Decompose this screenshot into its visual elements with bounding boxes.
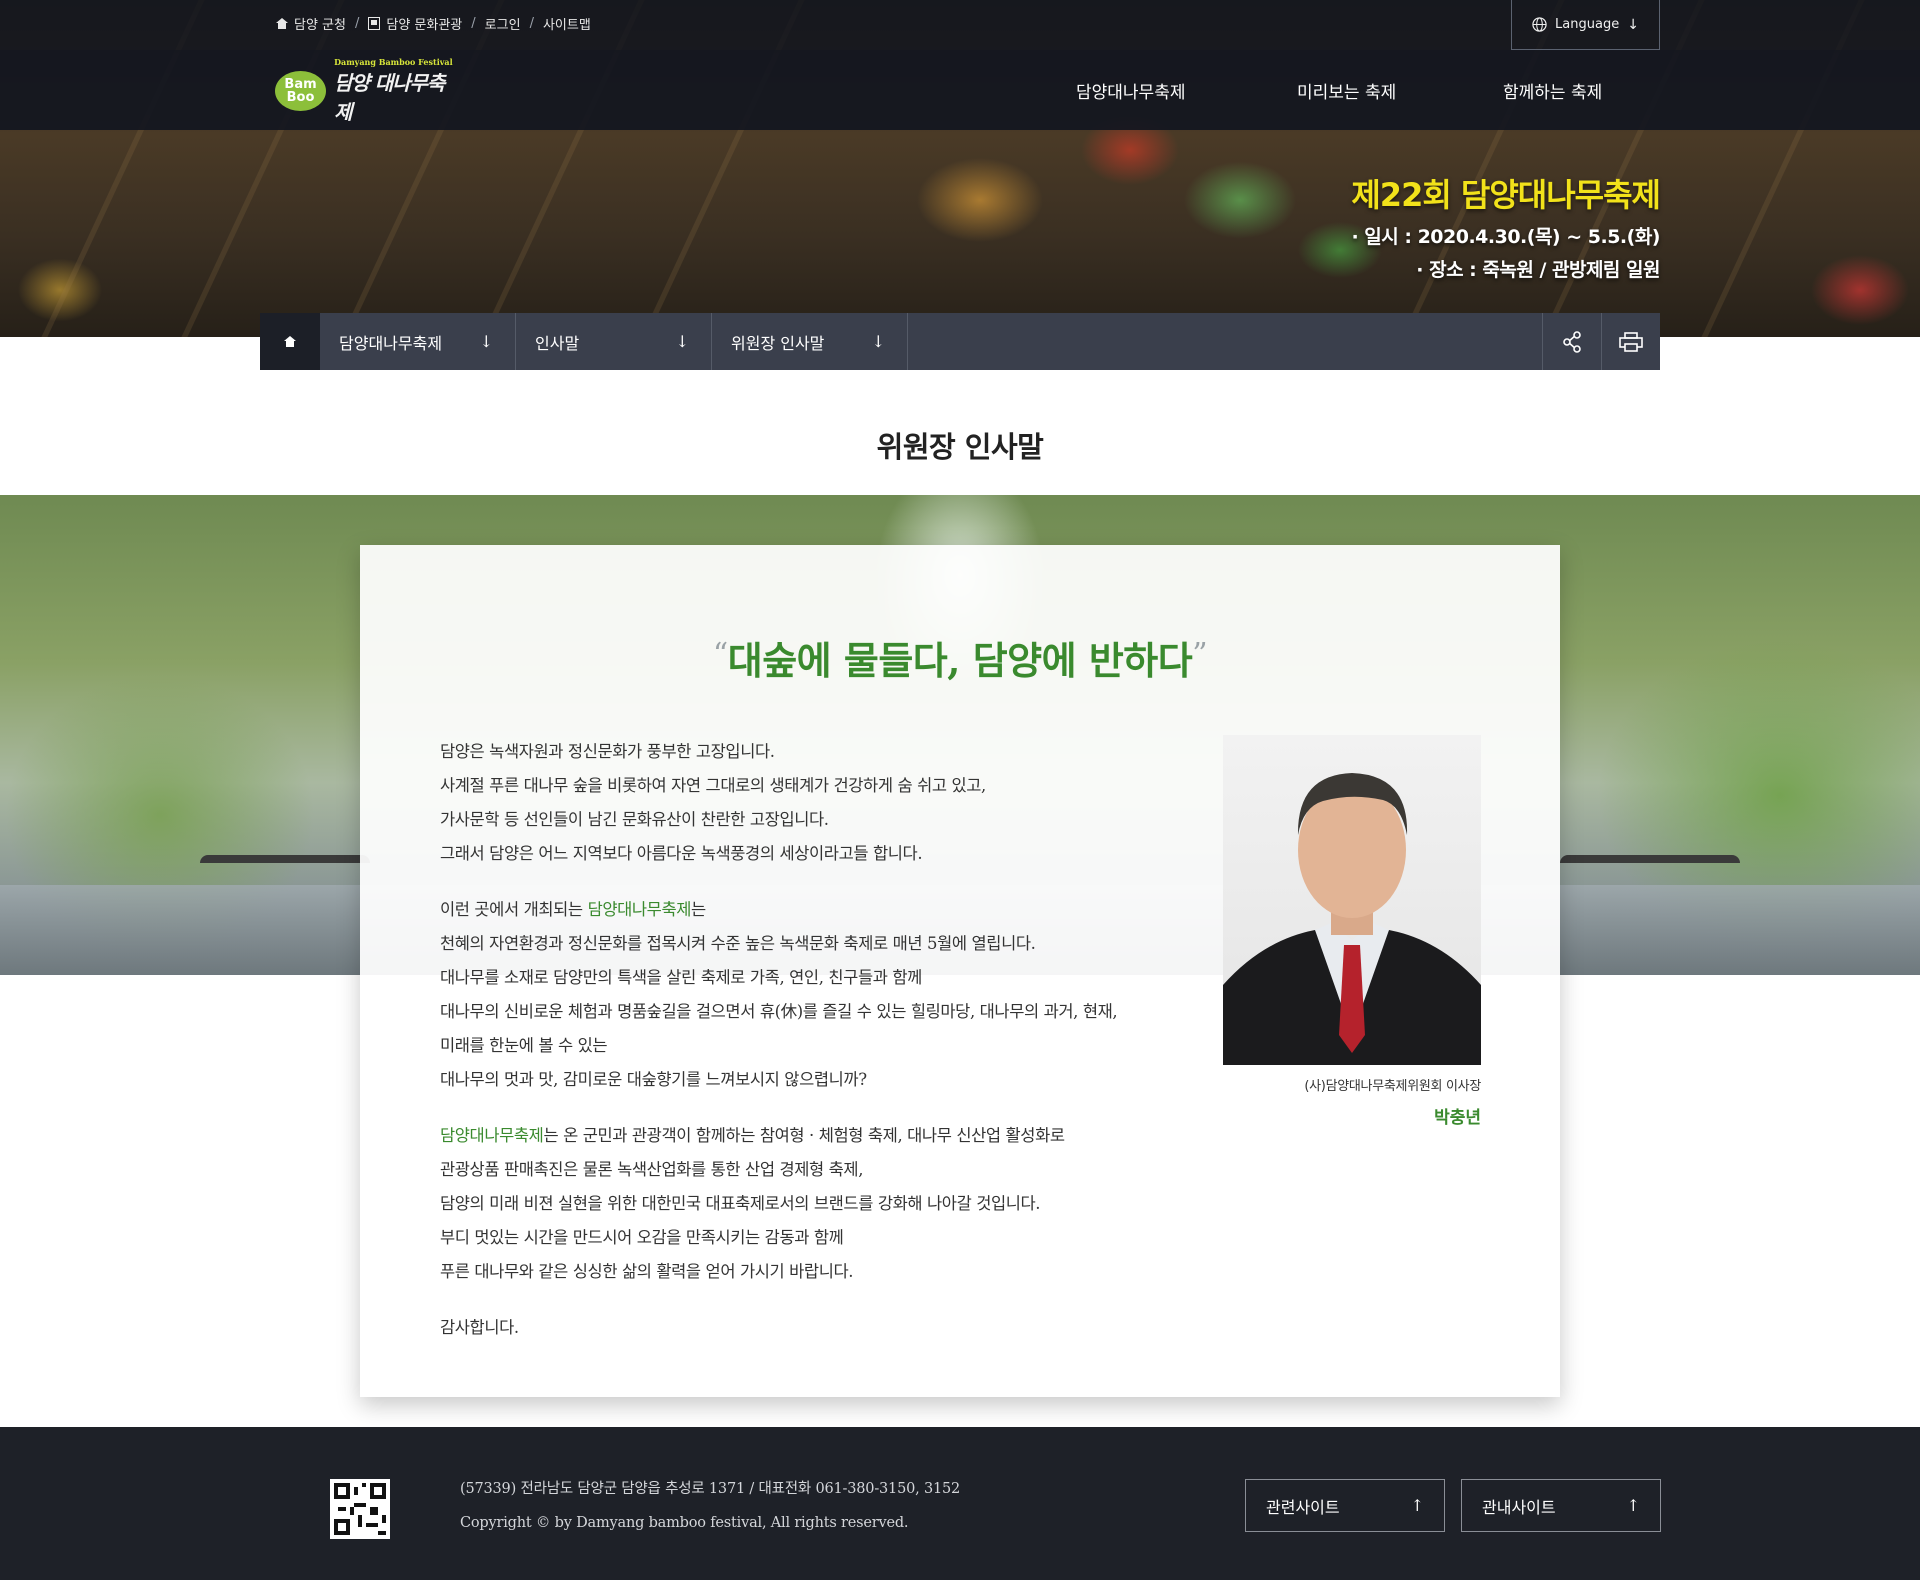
nav-item-together[interactable]: 함께하는 축제 [1503, 50, 1602, 130]
util-separator: / [471, 16, 476, 31]
logo-badge: Bam Boo [275, 71, 327, 111]
util-link-tourism[interactable]: 담양 문화관광 [368, 14, 462, 33]
qr-code [330, 1479, 390, 1539]
arrow-down-icon: ↓ [479, 332, 493, 351]
local-sites-button[interactable]: 관내사이트 ↑ [1461, 1479, 1661, 1532]
greeting-slogan: “대숲에 물들다, 담양에 반하다” [712, 637, 1208, 683]
share-icon [1563, 330, 1581, 353]
util-link-sitemap[interactable]: 사이트맵 [543, 14, 591, 33]
util-link-county[interactable]: 담양 군청 [276, 14, 346, 33]
language-button[interactable]: Language ↓ [1511, 0, 1660, 50]
festival-name: 제22회 담양대나무축제 [1351, 176, 1661, 214]
hero-banner: 담양 군청 / 담양 문화관광 / 로그인 / 사이트맵 Language ↓ … [0, 0, 1920, 337]
festival-date: · 일시 : 2020.4.30.(목) ~ 5.5.(화) [1351, 226, 1660, 248]
site-logo[interactable]: Bam Boo Damyang Bamboo Festival 담양 대나무축제 [275, 57, 455, 124]
print-icon [1619, 331, 1643, 352]
portrait-caption: (사)담양대나무축제위원회 이사장 [1304, 1079, 1481, 1094]
arrow-up-icon: ↑ [1410, 1496, 1424, 1515]
main-navigation: Bam Boo Damyang Bamboo Festival 담양 대나무축제 … [0, 50, 1920, 130]
share-button[interactable] [1542, 313, 1601, 370]
nav-item-preview[interactable]: 미리보는 축제 [1297, 50, 1396, 130]
util-separator: / [529, 16, 534, 31]
location-depth1[interactable]: 담양대나무축제 ↓ [320, 313, 516, 370]
related-sites-button[interactable]: 관련사이트 ↑ [1245, 1479, 1445, 1532]
greeting-closing: 감사합니다. [440, 1318, 519, 1337]
tourism-icon [368, 17, 381, 30]
arrow-down-icon: ↓ [871, 332, 885, 351]
background-bridge [1560, 855, 1740, 863]
greeting-paragraph-1: 담양은 녹색자원과 정신문화가 풍부한 고장입니다. 사계절 푸른 대나무 숲을… [440, 742, 986, 863]
util-link-login[interactable]: 로그인 [485, 14, 521, 33]
arrow-down-icon: ↓ [675, 332, 689, 351]
home-icon [284, 336, 296, 347]
location-bar: 담양대나무축제 ↓ 인사말 ↓ 위원장 인사말 ↓ [260, 313, 1660, 370]
greeting-text: 담양은 녹색자원과 정신문화가 풍부한 고장입니다. 사계절 푸른 대나무 숲을… [440, 735, 1200, 1345]
festival-place: · 장소 : 죽녹원 / 관방제림 일원 [1416, 259, 1660, 281]
print-button[interactable] [1601, 313, 1660, 370]
nav-item-festival[interactable]: 담양대나무축제 [1076, 50, 1185, 130]
top-utility-bar: 담양 군청 / 담양 문화관광 / 로그인 / 사이트맵 Language ↓ [0, 0, 1920, 50]
greeting-paragraph-2: 이런 곳에서 개최되는 담양대나무축제는 천혜의 자연환경과 정신문화를 접목시… [440, 900, 1118, 1089]
page-title: 위원장 인사말 [876, 430, 1044, 464]
location-depth3[interactable]: 위원장 인사말 ↓ [712, 313, 908, 370]
util-separator: / [354, 16, 360, 31]
footer-address: (57339) 전라남도 담양군 담양읍 추성로 1371 / 대표전화 061… [460, 1481, 961, 1497]
location-spacer [908, 313, 1542, 370]
location-depth2[interactable]: 인사말 ↓ [516, 313, 712, 370]
home-icon [276, 18, 288, 29]
location-home-button[interactable] [260, 313, 320, 370]
greeting-card: “대숲에 물들다, 담양에 반하다” 담양은 녹색자원과 정신문화가 풍부한 고… [360, 545, 1560, 1397]
arrow-down-icon: ↓ [1627, 16, 1639, 33]
background-bridge [200, 855, 370, 863]
greeting-paragraph-3: 담양대나무축제는 온 군민과 관광객이 함께하는 참여형 · 체험형 축제, 대… [440, 1126, 1065, 1281]
globe-icon [1532, 17, 1547, 32]
footer: (57339) 전라남도 담양군 담양읍 추성로 1371 / 대표전화 061… [0, 1427, 1920, 1580]
arrow-up-icon: ↑ [1626, 1496, 1640, 1515]
logo-title: Damyang Bamboo Festival 담양 대나무축제 [334, 57, 453, 124]
footer-copyright: Copyright © by Damyang bamboo festival, … [460, 1515, 909, 1531]
festival-info: 제22회 담양대나무축제 · 일시 : 2020.4.30.(목) ~ 5.5.… [1351, 170, 1661, 282]
chairman-name: 박충년 [1434, 1108, 1481, 1128]
utility-links: 담양 군청 / 담양 문화관광 / 로그인 / 사이트맵 [276, 14, 591, 33]
chairman-portrait [1223, 735, 1481, 1065]
